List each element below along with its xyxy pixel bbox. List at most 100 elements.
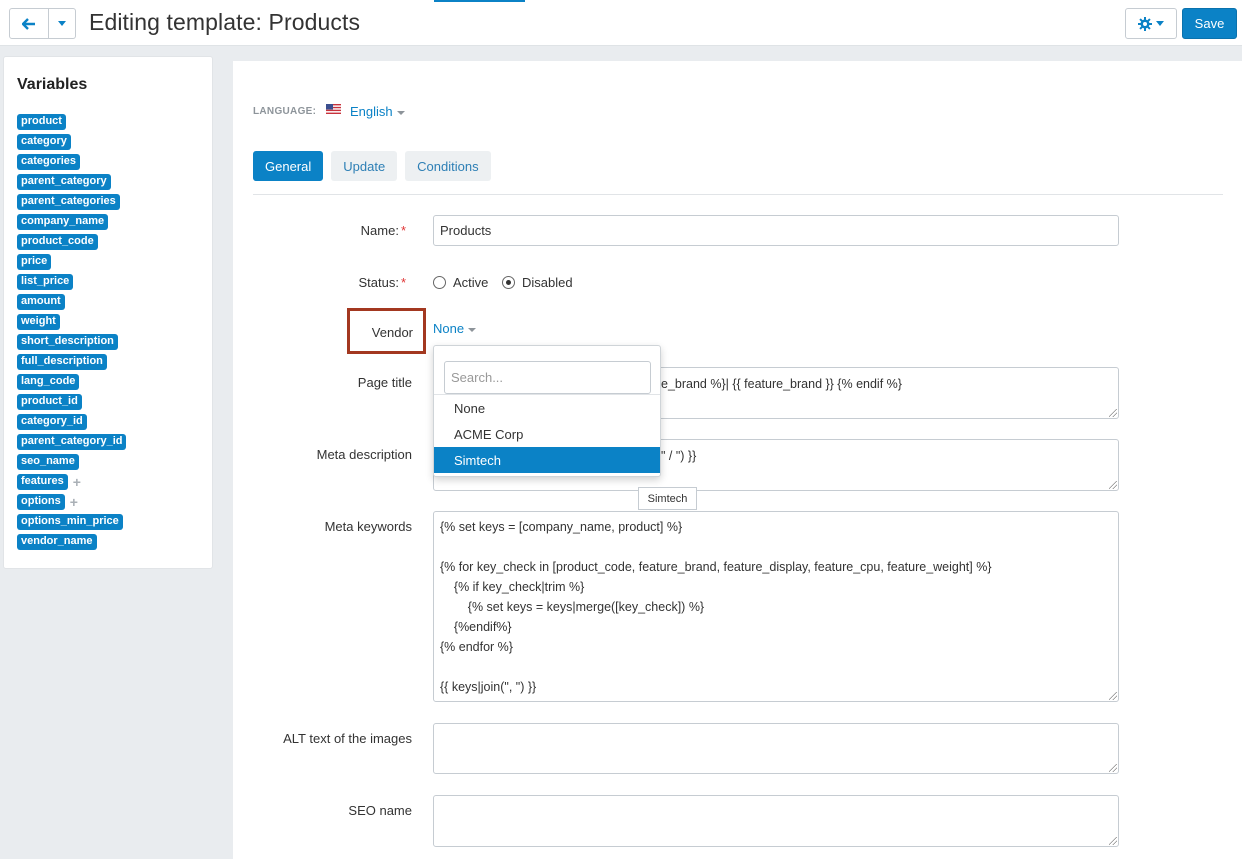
sidebar-title: Variables bbox=[17, 76, 88, 93]
variable-row: lang_code bbox=[17, 372, 207, 392]
radio-off-icon bbox=[433, 276, 446, 289]
vendor-value: None bbox=[433, 321, 465, 336]
variable-tag[interactable]: product_id bbox=[17, 394, 82, 410]
meta-keywords-textarea[interactable]: {% set keys = [company_name, product] %}… bbox=[433, 511, 1119, 702]
tabs-bar: General Update Conditions bbox=[253, 151, 491, 181]
vendor-search-input[interactable] bbox=[444, 361, 651, 394]
variable-row: product_code bbox=[17, 232, 207, 252]
arrow-left-icon bbox=[22, 17, 35, 30]
variable-tag[interactable]: list_price bbox=[17, 274, 74, 290]
vendor-label: Vendor bbox=[371, 325, 413, 340]
resize-handle-icon[interactable] bbox=[1109, 764, 1117, 772]
variable-tag[interactable]: parent_categories bbox=[17, 194, 120, 210]
variable-row: parent_category_id bbox=[17, 432, 207, 452]
variable-tag[interactable]: options bbox=[17, 494, 65, 510]
variable-row: vendor_name bbox=[17, 532, 207, 552]
history-dropdown-button[interactable] bbox=[49, 8, 76, 39]
tabs-divider bbox=[253, 194, 1223, 195]
caret-down-icon bbox=[396, 110, 405, 115]
caret-down-icon bbox=[1156, 21, 1164, 26]
variable-tag[interactable]: full_description bbox=[17, 354, 107, 370]
variable-tag[interactable]: category bbox=[17, 134, 71, 150]
page-title: Editing template: Products bbox=[89, 9, 361, 35]
variable-tag[interactable]: categories bbox=[17, 154, 81, 170]
seo-name-textarea[interactable] bbox=[433, 795, 1119, 847]
variable-row: company_name bbox=[17, 212, 207, 232]
meta-keywords-label: Meta keywords bbox=[324, 519, 412, 534]
status-label: Status: * bbox=[358, 275, 406, 290]
tab-update[interactable]: Update bbox=[331, 151, 398, 181]
alt-text-textarea[interactable] bbox=[433, 723, 1119, 774]
resize-handle-icon[interactable] bbox=[1109, 692, 1117, 700]
save-button[interactable]: Save bbox=[1182, 8, 1237, 39]
variable-row: features + bbox=[17, 472, 207, 492]
variable-tag[interactable]: options_min_price bbox=[17, 514, 123, 530]
resize-handle-icon[interactable] bbox=[1109, 409, 1117, 417]
variable-row: category_id bbox=[17, 412, 207, 432]
back-button[interactable] bbox=[9, 8, 49, 39]
top-accent-bar bbox=[434, 0, 525, 2]
status-active-radio[interactable]: Active bbox=[433, 275, 488, 290]
seo-name-label: SEO name bbox=[348, 803, 412, 818]
variable-tag[interactable]: parent_category bbox=[17, 174, 111, 190]
vendor-option-none[interactable]: None bbox=[434, 395, 660, 421]
meta-description-text: " / ") }} bbox=[661, 449, 697, 463]
variable-tag[interactable]: category_id bbox=[17, 414, 87, 430]
variable-row: weight bbox=[17, 312, 207, 332]
variable-tag[interactable]: price bbox=[17, 254, 52, 270]
status-disabled-radio[interactable]: Disabled bbox=[502, 275, 573, 290]
page-title-text: e_brand %}| {{ feature_brand }} {% endif… bbox=[661, 377, 902, 391]
plus-icon[interactable]: + bbox=[70, 495, 78, 509]
vendor-dropdown: None ACME Corp Simtech bbox=[433, 345, 661, 477]
variable-tag[interactable]: features bbox=[17, 474, 68, 490]
variable-tag[interactable]: vendor_name bbox=[17, 534, 97, 550]
vendor-option-acme-corp[interactable]: ACME Corp bbox=[434, 421, 660, 447]
language-value: English bbox=[350, 104, 393, 119]
variable-tag[interactable]: lang_code bbox=[17, 374, 80, 390]
page-title-label: Page title bbox=[357, 375, 412, 390]
name-input[interactable] bbox=[433, 215, 1119, 246]
resize-handle-icon[interactable] bbox=[1109, 481, 1117, 489]
variable-row: price bbox=[17, 252, 207, 272]
variable-row: categories bbox=[17, 152, 207, 172]
radio-on-icon bbox=[502, 276, 515, 289]
back-button-group bbox=[9, 8, 76, 39]
caret-down-icon bbox=[58, 21, 66, 26]
variable-tag[interactable]: weight bbox=[17, 314, 60, 330]
tab-conditions[interactable]: Conditions bbox=[405, 151, 491, 181]
variable-tag[interactable]: short_description bbox=[17, 334, 118, 350]
name-label: Name: * bbox=[360, 223, 406, 238]
variable-tag[interactable]: amount bbox=[17, 294, 65, 310]
language-selector[interactable]: English bbox=[350, 104, 405, 119]
vendor-selector[interactable]: None bbox=[433, 321, 477, 336]
variable-tag[interactable]: product_code bbox=[17, 234, 98, 250]
variable-tag[interactable]: product bbox=[17, 114, 66, 130]
variable-row: options_min_price bbox=[17, 512, 207, 532]
language-label: LANGUAGE: bbox=[253, 106, 317, 117]
variable-tag[interactable]: seo_name bbox=[17, 454, 79, 470]
resize-handle-icon[interactable] bbox=[1109, 837, 1117, 845]
variable-row: short_description bbox=[17, 332, 207, 352]
vendor-option-simtech[interactable]: Simtech bbox=[434, 447, 660, 473]
us-flag-icon bbox=[326, 104, 341, 114]
plus-icon[interactable]: + bbox=[73, 475, 81, 489]
variable-row: parent_category bbox=[17, 172, 207, 192]
variable-row: options + bbox=[17, 492, 207, 512]
caret-down-icon bbox=[468, 327, 477, 332]
tab-general[interactable]: General bbox=[253, 151, 324, 181]
settings-button[interactable] bbox=[1125, 8, 1177, 39]
variable-row: category bbox=[17, 132, 207, 152]
variable-row: full_description bbox=[17, 352, 207, 372]
top-toolbar: Editing template: Products Save bbox=[0, 0, 1242, 46]
variable-row: list_price bbox=[17, 272, 207, 292]
variable-tag[interactable]: parent_category_id bbox=[17, 434, 127, 450]
alt-text-label: ALT text of the images bbox=[283, 731, 412, 746]
meta-keywords-text: {% set keys = [company_name, product] %}… bbox=[440, 520, 992, 694]
variable-tag[interactable]: company_name bbox=[17, 214, 109, 230]
variable-row: product bbox=[17, 112, 207, 132]
variable-row: parent_categories bbox=[17, 192, 207, 212]
variable-row: product_id bbox=[17, 392, 207, 412]
variables-sidebar: Variables product category categories paren… bbox=[3, 56, 213, 569]
gear-icon bbox=[1138, 16, 1152, 31]
variable-row: seo_name bbox=[17, 452, 207, 472]
